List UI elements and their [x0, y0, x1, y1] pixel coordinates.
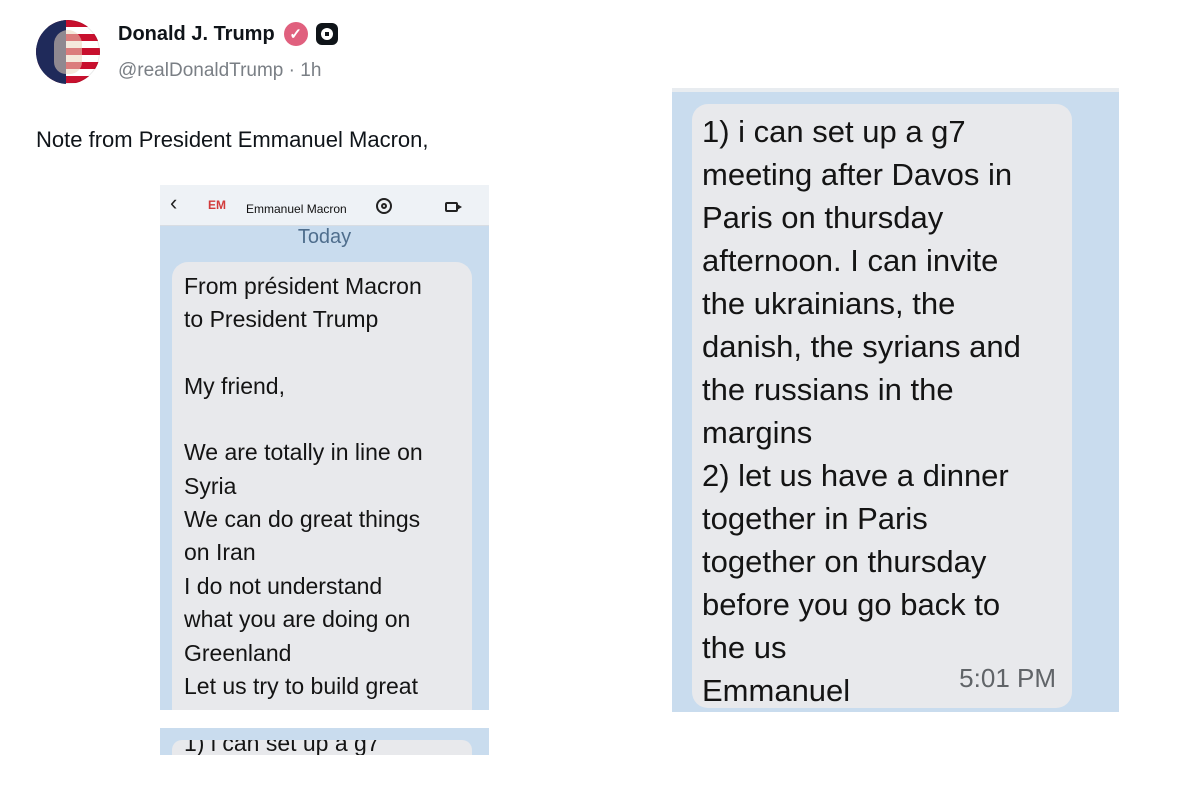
- message-bubble: From président Macron to President Trump…: [172, 262, 472, 732]
- truth-social-app-icon: [315, 23, 338, 45]
- author-avatar[interactable]: [36, 20, 100, 84]
- next-message-peek-text: 1) i can set up a g7: [184, 740, 380, 755]
- message-screenshot-right[interactable]: 1) i can set up a g7 meeting after Davos…: [672, 88, 1119, 712]
- next-message-peek: 1) i can set up a g7: [172, 740, 472, 755]
- screenshot-cut-gap: [160, 710, 489, 728]
- post-time[interactable]: 1h: [300, 60, 321, 81]
- date-label: Today: [297, 226, 352, 248]
- chevron-left-icon: ‹: [170, 190, 178, 215]
- message-paragraph: My friend,: [184, 372, 285, 399]
- contact-name: Emmanuel Macron: [246, 202, 347, 216]
- author-meta: @realDonaldTrump · 1h: [118, 60, 321, 82]
- meta-separator: ·: [288, 60, 295, 81]
- screenshot-top-edge: [672, 88, 1119, 92]
- avatar-portrait: [54, 30, 82, 74]
- video-call-icon: [445, 202, 462, 212]
- author-row: Donald J. Trump ✓: [118, 22, 338, 46]
- message-paragraph: We are totally in line on Syria We can d…: [184, 439, 423, 732]
- message-text: 1) i can set up a g7 meeting after Davos…: [702, 114, 1021, 708]
- message-bubble: 1) i can set up a g7 meeting after Davos…: [692, 104, 1072, 708]
- post-text: Note from President Emmanuel Macron,: [36, 127, 429, 152]
- message-timestamp: 5:01 PM: [959, 663, 1056, 693]
- contact-avatar: EM: [208, 198, 226, 212]
- message-screenshot-left[interactable]: ‹ EM Emmanuel Macron Today From présiden…: [160, 185, 489, 755]
- author-name[interactable]: Donald J. Trump: [118, 23, 275, 46]
- author-handle[interactable]: @realDonaldTrump: [118, 60, 283, 81]
- message-paragraph: From président Macron to President Trump: [184, 273, 422, 333]
- chat-header: ‹ EM Emmanuel Macron: [160, 185, 489, 226]
- verified-badge-icon: ✓: [283, 22, 308, 46]
- contact-info-icon: [376, 198, 392, 214]
